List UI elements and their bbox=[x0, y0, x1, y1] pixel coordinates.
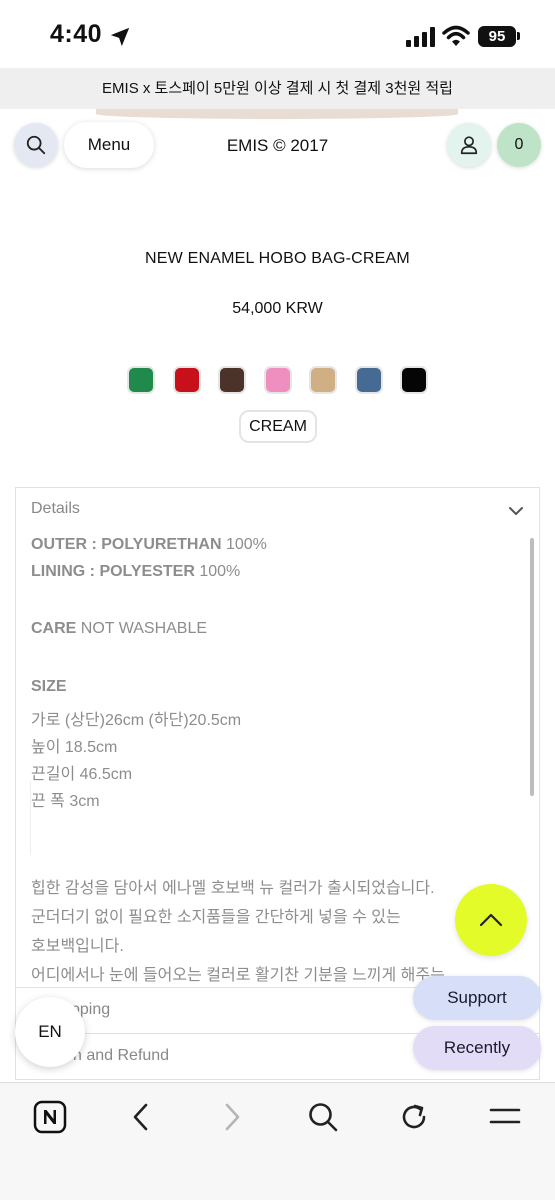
search-toolbar-button[interactable] bbox=[305, 1099, 341, 1135]
outer-label: OUTER : POLYURETHAN bbox=[31, 536, 222, 553]
back-button[interactable] bbox=[123, 1099, 159, 1135]
brand-logo[interactable]: EMIS © 2017 bbox=[160, 119, 395, 173]
material-outer: OUTER : POLYURETHAN 100% bbox=[31, 536, 267, 554]
refresh-icon bbox=[402, 1104, 426, 1129]
scroll-top-button[interactable] bbox=[455, 884, 527, 956]
menu-button[interactable]: Menu bbox=[64, 122, 154, 168]
site-header: Menu EMIS © 2017 0 bbox=[0, 119, 555, 177]
chevron-up-icon bbox=[479, 913, 503, 927]
battery-indicator: 95 bbox=[478, 26, 516, 47]
search-icon bbox=[309, 1103, 338, 1132]
selected-color-option[interactable]: CREAM bbox=[239, 410, 317, 443]
swatch-pink[interactable] bbox=[264, 366, 292, 394]
lining-label: LINING : POLYESTER bbox=[31, 563, 195, 580]
forward-button[interactable] bbox=[214, 1099, 250, 1135]
swatch-black[interactable] bbox=[400, 366, 428, 394]
browser-toolbar bbox=[0, 1082, 555, 1200]
embedded-blank-frame bbox=[30, 781, 526, 855]
chevron-left-icon bbox=[133, 1103, 148, 1131]
product-image-peek bbox=[96, 109, 458, 119]
user-icon bbox=[460, 136, 478, 155]
product-price: 54,000 KRW bbox=[232, 300, 323, 317]
refresh-button[interactable] bbox=[396, 1099, 432, 1135]
status-bar: 4:40 95 bbox=[0, 0, 555, 68]
care-line: CARE NOT WASHABLE bbox=[31, 620, 207, 638]
language-button[interactable]: EN bbox=[15, 997, 85, 1067]
location-arrow-icon bbox=[110, 27, 130, 47]
size-width: 가로 (상단)26cm (하단)20.5cm bbox=[31, 712, 242, 729]
wifi-icon bbox=[442, 25, 470, 46]
chevron-right-icon bbox=[225, 1103, 240, 1131]
description-line: 어디에서나 눈에 들어오는 컬러로 활기찬 기분을 느끼게 해주는 bbox=[31, 967, 445, 984]
search-button[interactable] bbox=[14, 123, 58, 167]
naver-logo-icon bbox=[33, 1100, 67, 1134]
recently-viewed-button[interactable]: Recently bbox=[413, 1026, 541, 1070]
search-icon bbox=[26, 135, 46, 155]
outer-value: 100% bbox=[221, 536, 267, 553]
color-swatches bbox=[127, 366, 429, 394]
support-button[interactable]: Support bbox=[413, 976, 541, 1020]
swatch-green[interactable] bbox=[127, 366, 155, 394]
hamburger-icon bbox=[489, 1108, 521, 1124]
account-button[interactable] bbox=[447, 123, 491, 167]
signal-icon bbox=[406, 27, 435, 47]
size-height: 높이 18.5cm bbox=[31, 739, 118, 756]
swatch-beige[interactable] bbox=[309, 366, 337, 394]
details-header[interactable]: Details bbox=[16, 488, 539, 532]
status-time: 4:40 bbox=[50, 20, 103, 48]
material-lining: LINING : POLYESTER 100% bbox=[31, 563, 240, 581]
swatch-navy[interactable] bbox=[355, 366, 383, 394]
care-value: NOT WASHABLE bbox=[76, 620, 208, 637]
product-title: NEW ENAMEL HOBO BAG-CREAM bbox=[145, 250, 410, 267]
menu-toolbar-button[interactable] bbox=[487, 1099, 523, 1135]
lining-value: 100% bbox=[194, 563, 241, 580]
naver-home-button[interactable] bbox=[32, 1099, 68, 1135]
promo-banner[interactable]: EMIS x 토스페이 5만원 이상 결제 시 첫 결제 3천원 적립 bbox=[0, 68, 555, 109]
swatch-red[interactable] bbox=[173, 366, 201, 394]
description-line: 군더더기 없이 필요한 소지품들을 간단하게 넣을 수 있는 bbox=[31, 909, 401, 926]
details-title: Details bbox=[31, 500, 80, 517]
swatch-brown[interactable] bbox=[218, 366, 246, 394]
return-section-label: n and Refund bbox=[73, 1047, 170, 1064]
size-label: SIZE bbox=[31, 678, 67, 695]
description-line: 호보백입니다. bbox=[31, 938, 124, 955]
description-line: 힙한 감성을 담아서 에나멜 호보백 뉴 컬러가 출시되었습니다. bbox=[31, 880, 435, 897]
care-label: CARE bbox=[31, 620, 77, 637]
battery-tip bbox=[517, 32, 520, 40]
scrollbar[interactable] bbox=[530, 538, 534, 796]
chevron-down-icon bbox=[509, 507, 523, 515]
cart-button[interactable]: 0 bbox=[497, 123, 541, 167]
